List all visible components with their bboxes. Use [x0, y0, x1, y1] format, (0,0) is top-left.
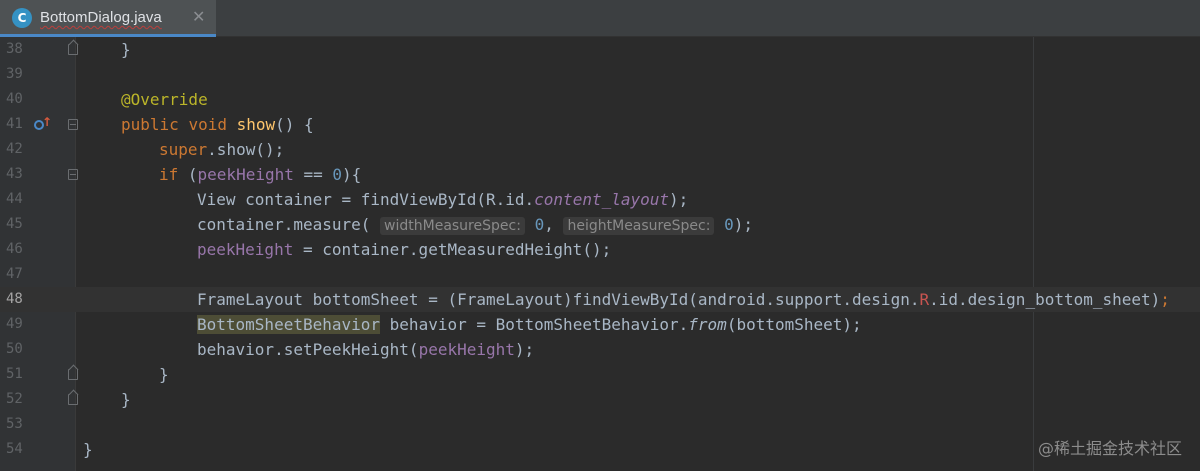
code-text: } — [159, 365, 169, 384]
code-text: if (peekHeight == 0){ — [159, 165, 362, 184]
code-line: 50 behavior.setPeekHeight(peekHeight); — [0, 337, 1200, 362]
code-line: 46 peekHeight = container.getMeasuredHei… — [0, 237, 1200, 262]
code-text: BottomSheetBehavior behavior = BottomShe… — [197, 315, 862, 334]
line-number: 40 — [6, 91, 23, 107]
code-line: 54 } — [0, 437, 1200, 462]
fold-end-icon[interactable] — [68, 394, 78, 405]
parameter-hint: widthMeasureSpec: — [380, 217, 525, 235]
code-line: 39 — [0, 62, 1200, 87]
code-line: 53 — [0, 412, 1200, 437]
code-text: super.show(); — [159, 140, 285, 159]
code-text: behavior.setPeekHeight(peekHeight); — [197, 340, 535, 359]
fold-end-icon[interactable] — [68, 44, 78, 55]
close-icon[interactable]: ✕ — [192, 7, 205, 26]
line-number: 48 — [6, 291, 23, 307]
code-text: container.measure( widthMeasureSpec: 0, … — [197, 215, 753, 235]
code-line: 51 } — [0, 362, 1200, 387]
line-number: 44 — [6, 191, 23, 207]
line-number: 41 — [6, 116, 23, 132]
line-number: 49 — [6, 316, 23, 332]
code-text: View container = findViewById(R.id.conte… — [197, 190, 689, 209]
line-number: 53 — [6, 416, 23, 432]
line-number: 42 — [6, 141, 23, 157]
code-text: FrameLayout bottomSheet = (FrameLayout)f… — [197, 290, 1170, 309]
code-text: } — [83, 440, 93, 459]
line-number: 51 — [6, 366, 23, 382]
line-number: 38 — [6, 41, 23, 57]
code-text: @Override — [121, 90, 208, 109]
tab-bottomdialog-java[interactable]: C BottomDialog.java ✕ — [0, 0, 216, 37]
overrides-method-icon[interactable]: ↑ — [34, 115, 52, 131]
code-line: 41 ↑ public void show() { — [0, 112, 1200, 137]
code-line-current: 48 FrameLayout bottomSheet = (FrameLayou… — [0, 287, 1200, 312]
code-line: 52 } — [0, 387, 1200, 412]
code-line: 47 — [0, 262, 1200, 287]
watermark: @稀土掘金技术社区 — [1037, 439, 1182, 458]
tab-label: BottomDialog.java — [40, 9, 162, 26]
code-line: 49 BottomSheetBehavior behavior = Bottom… — [0, 312, 1200, 337]
line-number: 46 — [6, 241, 23, 257]
editor-tab-bar: C BottomDialog.java ✕ — [0, 0, 1200, 37]
parameter-hint: heightMeasureSpec: — [563, 217, 715, 235]
line-number: 54 — [6, 441, 23, 457]
code-text: } — [121, 40, 131, 59]
code-text: } — [121, 390, 131, 409]
code-line: 44 View container = findViewById(R.id.co… — [0, 187, 1200, 212]
code-text: peekHeight = container.getMeasuredHeight… — [197, 240, 612, 259]
line-number: 45 — [6, 216, 23, 232]
code-line: 43 if (peekHeight == 0){ — [0, 162, 1200, 187]
java-class-icon: C — [12, 8, 32, 28]
fold-start-icon[interactable] — [68, 119, 78, 130]
fold-start-icon[interactable] — [68, 169, 78, 180]
line-number: 39 — [6, 66, 23, 82]
code-line: 40 @Override — [0, 87, 1200, 112]
line-number: 50 — [6, 341, 23, 357]
code-text: public void show() { — [121, 115, 314, 134]
line-number: 47 — [6, 266, 23, 282]
code-editor[interactable]: 38 } 39 40 @Override 41 ↑ public void sh… — [0, 37, 1200, 471]
code-line: 42 super.show(); — [0, 137, 1200, 162]
code-line: 45 container.measure( widthMeasureSpec: … — [0, 212, 1200, 237]
code-line: 38 } — [0, 37, 1200, 62]
line-number: 43 — [6, 166, 23, 182]
line-number: 52 — [6, 391, 23, 407]
fold-end-icon[interactable] — [68, 369, 78, 380]
